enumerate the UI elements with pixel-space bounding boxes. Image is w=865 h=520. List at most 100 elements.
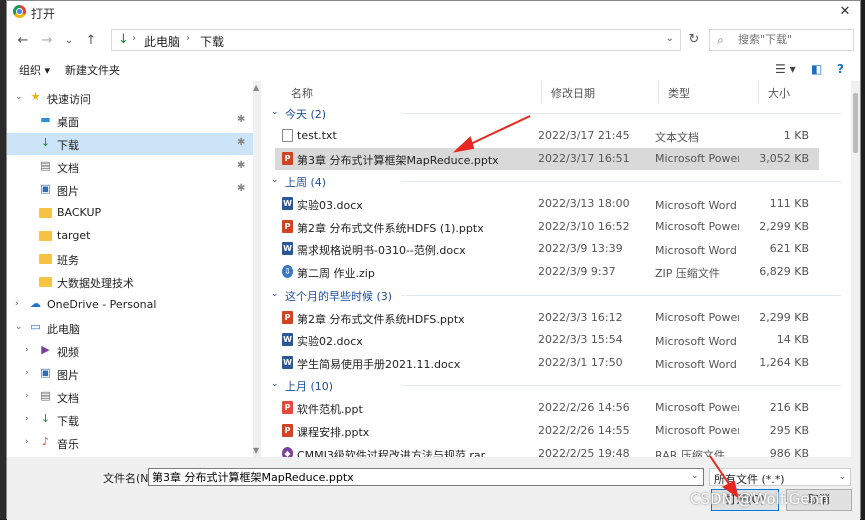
file-type: ZIP 压缩文件 xyxy=(655,267,720,280)
breadcrumb-this-pc[interactable]: 此电脑 xyxy=(144,33,180,50)
refresh-icon[interactable]: ↻ xyxy=(683,29,705,51)
address-bar[interactable]: ↓ › 此电脑 › 下载 ⌄ xyxy=(111,29,681,51)
column-divider[interactable] xyxy=(541,81,542,103)
ppt-file-icon: P xyxy=(282,219,293,233)
collapse-chevron-icon[interactable]: ⌄ xyxy=(271,379,279,389)
sidebar-item[interactable]: › ☁ OneDrive - Personal xyxy=(7,294,253,316)
file-list-scrollbar[interactable] xyxy=(851,81,860,457)
search-input[interactable] xyxy=(736,32,850,47)
sidebar-item[interactable]: target xyxy=(7,225,253,247)
file-type: Microsoft PowerPoi... xyxy=(655,310,739,324)
column-date[interactable]: 修改日期 xyxy=(551,85,595,101)
file-row[interactable]: W 实验02.docx 2022/3/3 15:54 Microsoft Word 文… xyxy=(275,329,819,351)
preview-pane-icon[interactable]: ◧ xyxy=(811,62,822,76)
sidebar-item[interactable]: ▤ 文档 ✱ xyxy=(7,156,253,178)
sidebar-item-label: 班务 xyxy=(57,254,79,267)
recent-locations-icon[interactable]: ⌄ xyxy=(61,33,77,49)
forward-arrow-icon[interactable]: → xyxy=(39,33,55,49)
column-type[interactable]: 类型 xyxy=(668,85,690,101)
sidebar-item[interactable]: 大数据处理技术 xyxy=(7,271,253,293)
file-row[interactable]: P 第2章 分布式文件系统HDFS (1).pptx 2022/3/10 16:52… xyxy=(275,216,819,238)
file-date: 2022/3/17 16:51 xyxy=(538,151,630,165)
file-row[interactable]: W 需求规格说明书-0310--范例.docx 2022/3/9 13:39 Micr… xyxy=(275,238,819,260)
file-row[interactable]: P 第2章 分布式文件系统HDFS.pptx 2022/3/3 16:12 Micro… xyxy=(275,307,819,329)
sidebar-item[interactable]: ⌄ ★ 快速访问 xyxy=(7,87,253,109)
sidebar-item[interactable]: › ▣ 图片 xyxy=(7,363,253,385)
group-header[interactable]: ⌄ 今天 (2) xyxy=(261,103,841,123)
expand-chevron-icon[interactable]: › xyxy=(25,368,29,378)
group-label: 这个月的早些时候 (3) xyxy=(285,289,393,303)
expand-chevron-icon[interactable]: › xyxy=(25,391,29,401)
horizontal-scrollbar[interactable] xyxy=(7,457,860,467)
pin-icon[interactable]: ✱ xyxy=(237,160,245,171)
sidebar-item[interactable]: › ▶ 视频 xyxy=(7,340,253,362)
expand-chevron-icon[interactable]: › xyxy=(15,299,19,309)
star-icon: ★ xyxy=(30,90,41,103)
file-row[interactable]: ⇩ 第二周 作业.zip 2022/3/9 9:37 ZIP 压缩文件 6,829 KB xyxy=(275,261,819,283)
sidebar-item-label: 文档 xyxy=(57,162,79,175)
up-folder-icon[interactable]: ↑ xyxy=(83,33,99,49)
sidebar-item[interactable]: ⌄ ▭ 此电脑 xyxy=(7,317,253,339)
expand-chevron-icon[interactable]: › xyxy=(25,437,29,447)
document-icon: ▤ xyxy=(40,389,51,402)
back-arrow-icon[interactable]: ← xyxy=(15,33,31,49)
sidebar-item[interactable]: ▣ 图片 ✱ xyxy=(7,179,253,201)
group-header[interactable]: ⌄ 上周 (4) xyxy=(261,171,841,191)
search-icon: ⌕ xyxy=(717,33,724,47)
sidebar-item[interactable]: BACKUP xyxy=(7,202,253,224)
file-type-select[interactable]: 所有文件 (*.*) ⌄ xyxy=(709,468,851,486)
file-row[interactable]: P 第3章 分布式计算框架MapReduce.pptx 2022/3/17 16:5… xyxy=(275,147,819,170)
expand-chevron-icon[interactable]: › xyxy=(25,345,29,355)
file-row[interactable]: P 课程安排.pptx 2022/2/26 14:55 Microsoft Power… xyxy=(275,420,819,442)
file-name: 实验03.docx xyxy=(297,199,363,213)
column-divider[interactable] xyxy=(758,81,759,103)
column-divider[interactable] xyxy=(658,81,659,103)
file-row[interactable]: P 软件范机.ppt 2022/2/26 14:56 Microsoft PowerP… xyxy=(275,397,819,419)
sidebar-item-label: 快速访问 xyxy=(47,93,91,106)
file-row[interactable]: test.txt 2022/3/17 21:45 文本文档 1 KB xyxy=(275,125,819,147)
collapse-chevron-icon[interactable]: ⌄ xyxy=(271,289,279,299)
navigation-pane: ⌄ ★ 快速访问 ▬ 桌面 ✱ ↓ 下载 ✱ ▤ 文档 ✱ ▣ 图片 ✱ BACKUP target 班务 大数据处… xyxy=(7,81,253,457)
address-dropdown-icon[interactable]: ⌄ xyxy=(666,33,674,44)
expand-chevron-icon[interactable]: ⌄ xyxy=(15,322,23,332)
collapse-chevron-icon[interactable]: ⌄ xyxy=(271,175,279,185)
new-folder-button[interactable]: 新建文件夹 xyxy=(65,62,120,78)
pin-icon[interactable]: ✱ xyxy=(237,137,245,148)
sidebar-item[interactable]: › ↓ 下载 xyxy=(7,409,253,431)
file-size: 216 KB xyxy=(769,401,809,415)
expand-chevron-icon[interactable]: ⌄ xyxy=(15,92,23,102)
filename-dropdown-icon[interactable]: ⌄ xyxy=(691,471,699,481)
doc-file-icon: W xyxy=(282,333,293,347)
scrollbar-thumb[interactable] xyxy=(853,93,858,153)
organize-menu[interactable]: 组织 ▾ xyxy=(19,62,50,78)
scroll-up-icon[interactable]: ▲ xyxy=(253,83,259,92)
search-box[interactable]: ⌕ xyxy=(709,29,854,51)
navigation-scrollbar[interactable]: ▲ ▼ xyxy=(253,81,261,457)
group-header[interactable]: ⌄ 这个月的早些时候 (3) xyxy=(261,285,841,305)
filename-input[interactable] xyxy=(148,468,704,486)
file-row[interactable]: W 学生简易使用手册2021.11.docx 2022/3/1 17:50 Micro… xyxy=(275,352,819,374)
expand-chevron-icon[interactable]: › xyxy=(25,414,29,424)
sidebar-item[interactable]: ↓ 下载 ✱ xyxy=(7,133,253,155)
group-header[interactable]: ⌄ 上月 (10) xyxy=(261,375,841,395)
collapse-chevron-icon[interactable]: ⌄ xyxy=(271,107,279,117)
column-header-row: ⌃ 名称 修改日期 类型 大小 xyxy=(261,81,851,103)
sidebar-item[interactable]: › ♪ 音乐 xyxy=(7,432,253,454)
file-row[interactable]: ◆ CMMI3级软件过程改进方法与规范.rar 2022/2/25 19:48 RAR… xyxy=(275,443,819,457)
column-name[interactable]: 名称 xyxy=(291,85,313,101)
pin-icon[interactable]: ✱ xyxy=(237,114,245,125)
close-icon[interactable]: ✕ xyxy=(830,1,860,23)
breadcrumb-downloads[interactable]: 下载 xyxy=(200,33,224,50)
group-divider xyxy=(401,294,841,296)
sidebar-item[interactable]: 班务 xyxy=(7,248,253,270)
doc-file-icon: W xyxy=(282,242,293,256)
view-options-icon[interactable]: ☰ ▾ xyxy=(775,62,796,76)
sidebar-item[interactable]: ▬ 桌面 ✱ xyxy=(7,110,253,132)
pin-icon[interactable]: ✱ xyxy=(237,183,245,194)
column-size[interactable]: 大小 xyxy=(768,85,790,101)
sidebar-item[interactable]: › ▤ 文档 xyxy=(7,386,253,408)
file-size: 111 KB xyxy=(769,197,809,211)
file-row[interactable]: W 实验03.docx 2022/3/13 18:00 Microsoft Word … xyxy=(275,193,819,215)
scroll-down-icon[interactable]: ▼ xyxy=(253,446,259,455)
help-icon[interactable]: ? xyxy=(837,62,844,76)
